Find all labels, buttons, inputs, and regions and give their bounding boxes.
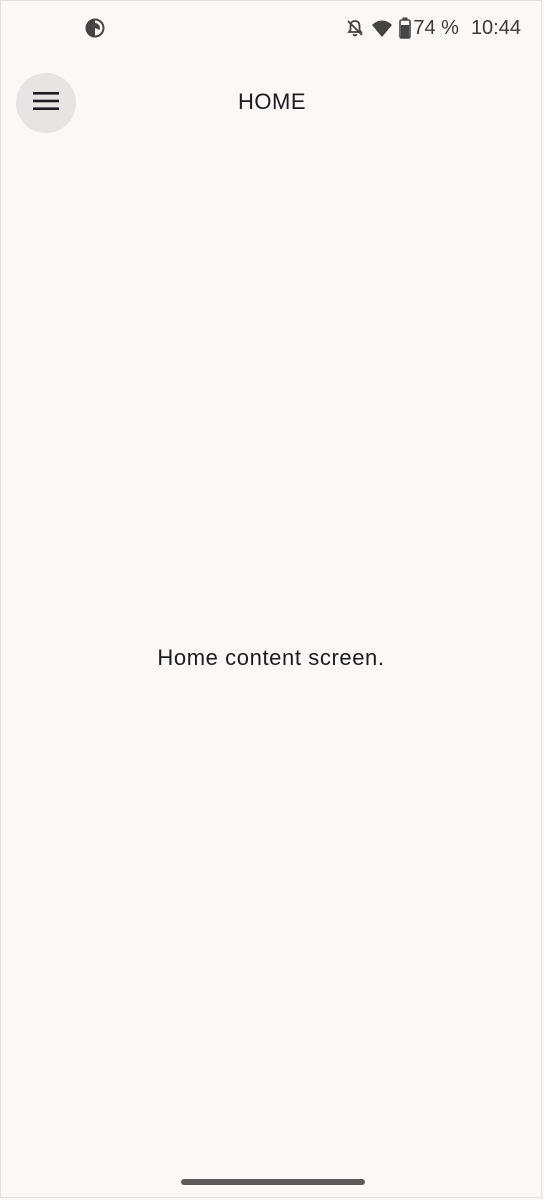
gesture-navigation-bar[interactable] — [181, 1179, 365, 1185]
battery-icon — [399, 17, 412, 39]
page-title: HOME — [238, 89, 306, 114]
home-content-text: Home content screen. — [157, 645, 385, 670]
data-saver-icon — [85, 18, 105, 38]
battery-percent: 74 % — [413, 16, 459, 39]
top-app-bar: HOME — [1, 71, 543, 135]
app-screen: 74 % 10:44 HOME Home content screen. — [0, 0, 542, 1198]
status-indicators: 74 % 10:44 — [345, 15, 521, 41]
wifi-icon — [371, 18, 393, 38]
clock: 10:44 — [470, 16, 521, 39]
status-bar: 74 % 10:44 — [1, 1, 543, 55]
notifications-off-icon — [345, 18, 365, 38]
